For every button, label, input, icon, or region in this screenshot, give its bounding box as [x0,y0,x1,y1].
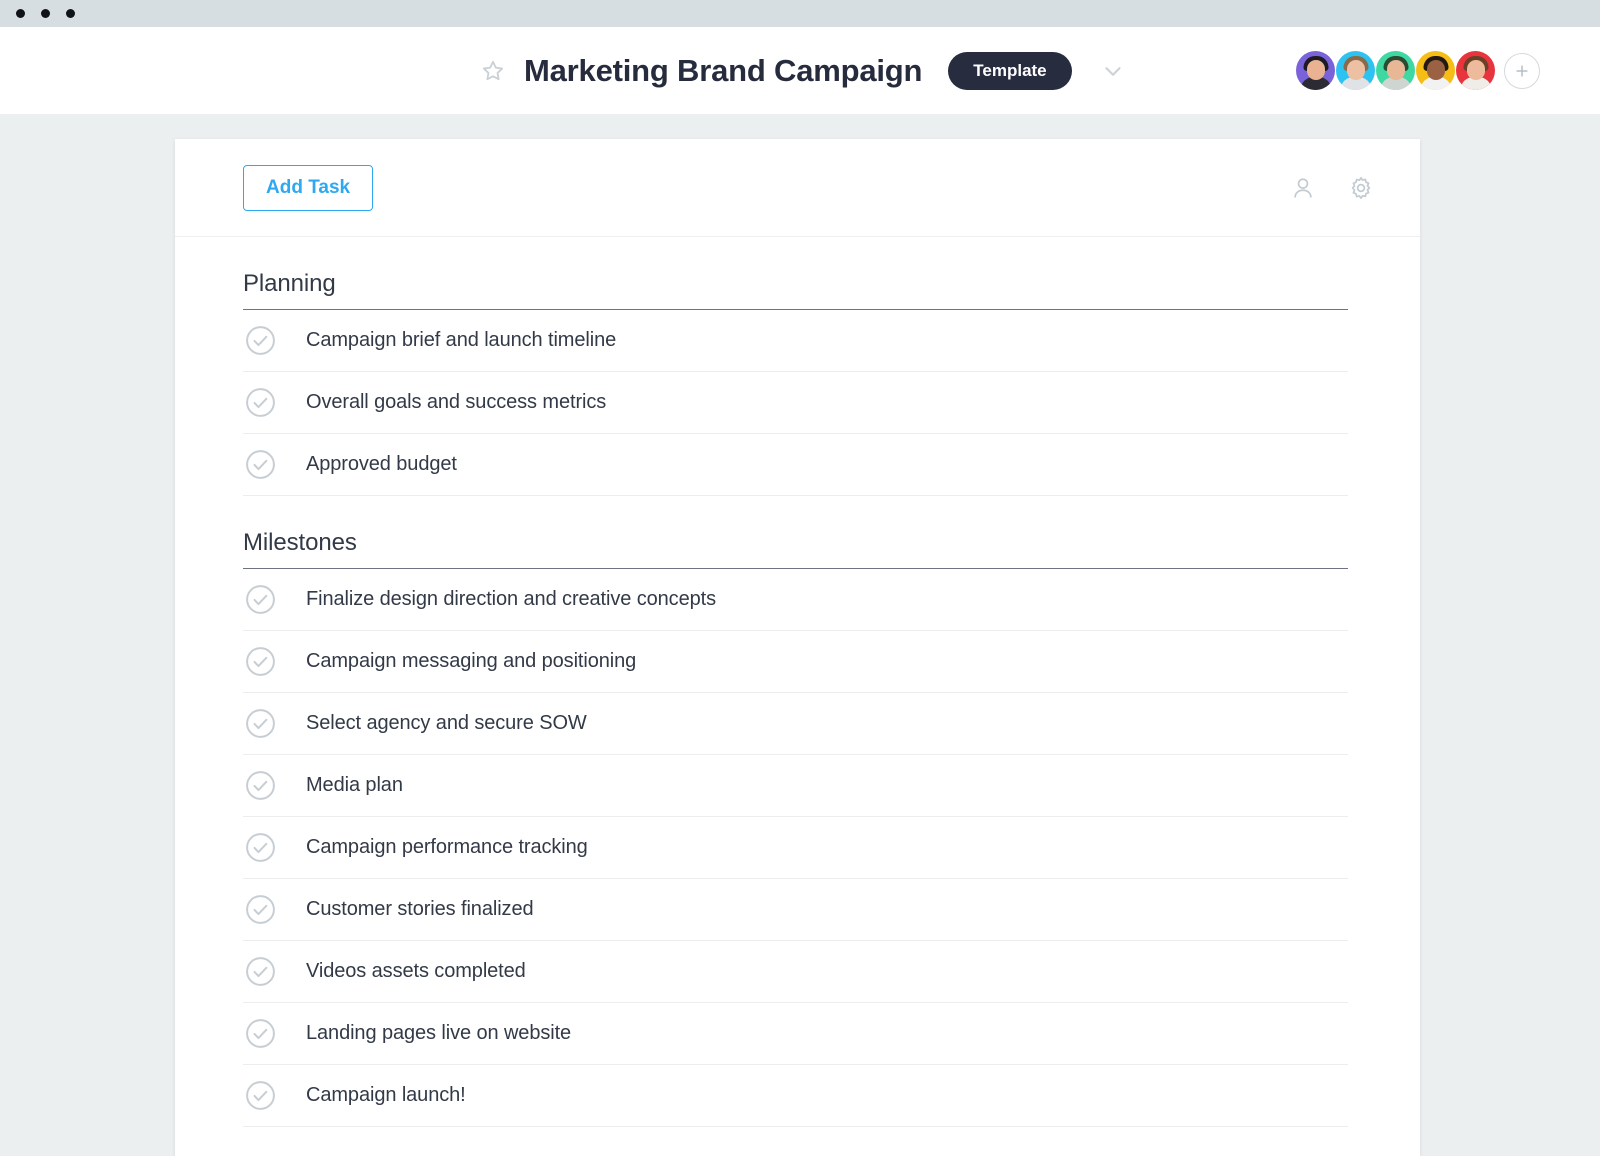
avatar[interactable] [1456,51,1495,90]
task-label: Approved budget [306,453,457,475]
window-dot-2[interactable] [41,9,50,18]
check-circle-icon[interactable] [243,385,278,420]
task-row[interactable]: Overall goals and success metrics [243,372,1348,434]
check-circle-icon[interactable] [243,644,278,679]
task-label: Campaign messaging and positioning [306,650,637,672]
task-label: Campaign brief and launch timeline [306,329,617,351]
task-row[interactable]: Select agency and secure SOW [243,693,1348,755]
task-row[interactable]: Videos assets completed [243,941,1348,1003]
task-label: Campaign launch! [306,1084,466,1106]
check-circle-icon[interactable] [243,830,278,865]
main-content-area: Add Task Planning Campaign brief and lau… [0,114,1600,1156]
task-list-body: Planning Campaign brief and launch timel… [175,237,1420,1127]
check-circle-icon[interactable] [243,447,278,482]
task-label: Customer stories finalized [306,898,534,920]
check-circle-icon[interactable] [243,1078,278,1113]
page-title: Marketing Brand Campaign [524,52,923,88]
task-label: Landing pages live on website [306,1022,572,1044]
task-label: Videos assets completed [306,960,526,982]
chevron-down-icon[interactable] [1100,58,1126,84]
task-row[interactable]: Campaign launch! [243,1065,1348,1127]
task-row[interactable]: Finalize design direction and creative c… [243,569,1348,631]
task-row[interactable]: Campaign brief and launch timeline [243,310,1348,372]
add-task-button[interactable]: Add Task [243,164,374,211]
app-header: Marketing Brand Campaign Template [0,27,1600,114]
card-toolbar: Add Task [175,139,1420,237]
gear-icon[interactable] [1348,175,1374,201]
check-circle-icon[interactable] [243,323,278,358]
avatar[interactable] [1416,51,1455,90]
header-title-group: Marketing Brand Campaign Template [480,51,1126,90]
check-circle-icon[interactable] [243,582,278,617]
task-row[interactable]: Media plan [243,755,1348,817]
status-badge[interactable]: Template [948,51,1072,90]
add-member-button[interactable] [1504,52,1540,89]
task-row[interactable]: Campaign messaging and positioning [243,631,1348,693]
task-label: Media plan [306,774,403,796]
check-circle-icon[interactable] [243,892,278,927]
avatar[interactable] [1376,51,1415,90]
task-row[interactable]: Customer stories finalized [243,879,1348,941]
check-circle-icon[interactable] [243,768,278,803]
window-dot-1[interactable] [16,9,25,18]
avatar[interactable] [1336,51,1375,90]
task-label: Select agency and secure SOW [306,712,587,734]
plus-icon [1516,64,1528,77]
check-circle-icon[interactable] [243,954,278,989]
task-label: Overall goals and success metrics [306,391,607,413]
task-label: Finalize design direction and creative c… [306,588,716,610]
task-row[interactable]: Landing pages live on website [243,1003,1348,1065]
star-outline-icon[interactable] [480,58,506,84]
task-label: Campaign performance tracking [306,836,588,858]
avatar[interactable] [1296,51,1335,90]
section-header-milestones[interactable]: Milestones [243,496,1348,569]
check-circle-icon[interactable] [243,1016,278,1051]
task-row[interactable]: Approved budget [243,434,1348,496]
avatar-group [1295,51,1540,90]
person-icon[interactable] [1290,175,1316,201]
task-list-card: Add Task Planning Campaign brief and lau… [175,139,1420,1156]
window-titlebar [0,0,1600,27]
window-dot-3[interactable] [66,9,75,18]
task-row[interactable]: Campaign performance tracking [243,817,1348,879]
check-circle-icon[interactable] [243,706,278,741]
section-header-planning[interactable]: Planning [243,237,1348,310]
